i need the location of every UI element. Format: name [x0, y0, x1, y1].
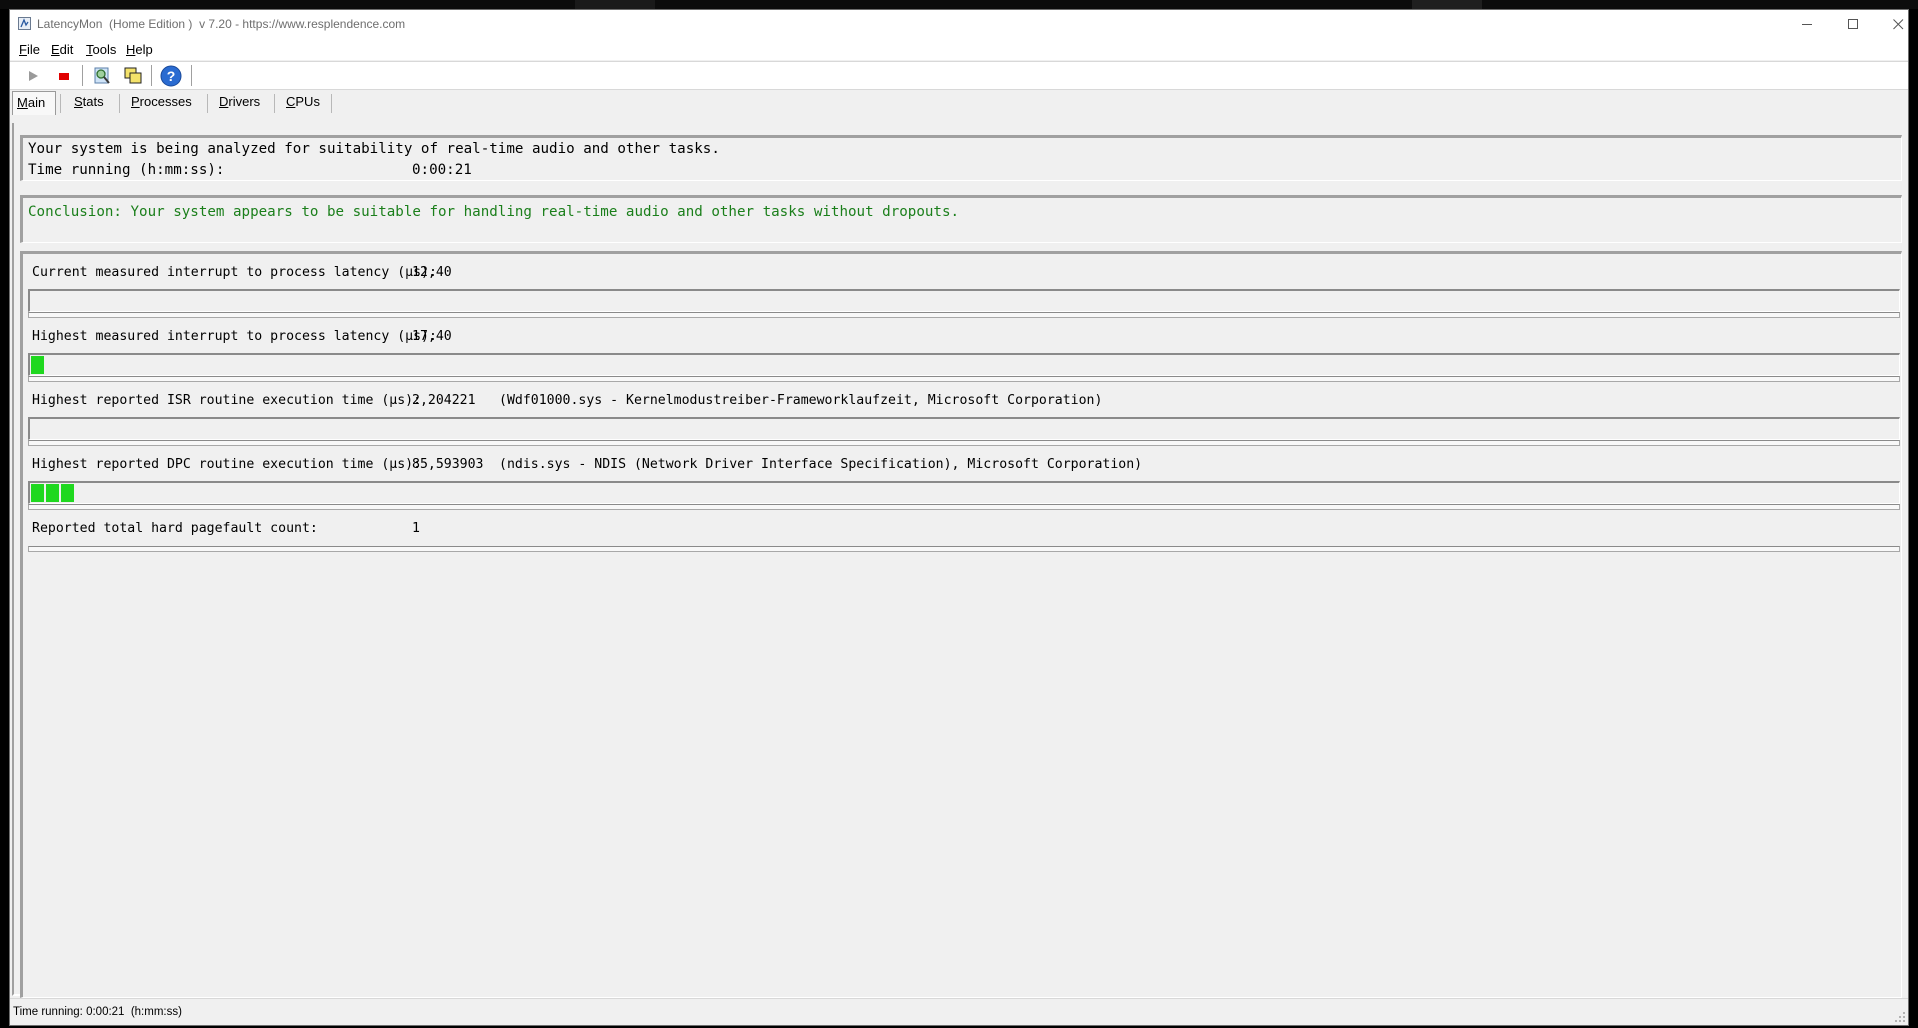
tab-separator	[331, 94, 332, 113]
tab-stats-label: tats	[82, 94, 104, 109]
conclusion-panel: Conclusion: Your system appears to be su…	[20, 195, 1902, 243]
row-separator	[28, 376, 1900, 382]
status-bar: Time running: 0:00:21 (h:mm:ss)	[10, 998, 1908, 1025]
windows-icon	[124, 67, 142, 84]
tab-main-accel: M	[17, 95, 28, 110]
row-separator	[28, 312, 1900, 318]
metric-bar	[28, 289, 1900, 312]
pagefault-label: Reported total hard pagefault count:	[32, 521, 318, 536]
metric-bar-fill	[31, 484, 74, 502]
tab-drivers-label: rivers	[228, 94, 261, 109]
tab-main[interactable]: Main	[12, 91, 56, 115]
start-monitor-button[interactable]	[22, 65, 44, 87]
stop-monitor-button[interactable]	[53, 65, 75, 87]
analysis-status-panel: Your system is being analyzed for suitab…	[20, 135, 1902, 181]
app-icon	[18, 17, 31, 30]
tab-strip: Main Stats Processes Drivers CPUs	[10, 91, 1908, 115]
main-tab-content: Your system is being analyzed for suitab…	[12, 123, 1902, 998]
tab-cpus-accel: C	[286, 94, 296, 109]
tab-stats-accel: S	[74, 94, 83, 109]
analysis-status-text: Your system is being analyzed for suitab…	[28, 141, 720, 157]
tab-cpus-label: PUs	[295, 94, 320, 109]
menu-tools[interactable]: Tools	[86, 42, 116, 57]
metric-label: Highest reported ISR routine execution t…	[32, 393, 422, 408]
metrics-panel: Current measured interrupt to process la…	[20, 251, 1902, 998]
metric-label: Current measured interrupt to process la…	[32, 265, 437, 280]
menu-help-label: elp	[135, 42, 153, 57]
search-drivers-button[interactable]	[91, 65, 113, 87]
resize-grip-icon[interactable]	[1894, 1011, 1906, 1023]
close-button[interactable]	[1875, 10, 1918, 38]
minimize-icon	[1801, 23, 1812, 25]
metric-detail: (ndis.sys - NDIS (Network Driver Interfa…	[499, 457, 1143, 472]
metric-detail: (Wdf01000.sys - Kernelmodustreiber-Frame…	[499, 393, 1103, 408]
desktop-window-fragment	[1412, 0, 1482, 9]
play-icon	[29, 71, 38, 81]
metric-value: 85,593903	[412, 457, 484, 472]
menu-file[interactable]: File	[19, 42, 40, 57]
toolbar-separator	[151, 65, 152, 86]
row-separator	[28, 504, 1900, 510]
menu-file-accel: F	[19, 42, 27, 57]
tab-processes-label: rocesses	[139, 94, 192, 109]
row-separator	[28, 440, 1900, 446]
metric-label: Highest measured interrupt to process la…	[32, 329, 437, 344]
tab-separator	[274, 94, 275, 113]
search-drivers-icon	[94, 67, 110, 84]
title-bar[interactable]: LatencyMon (Home Edition ) v 7.20 - http…	[10, 10, 1908, 38]
menu-help-accel: H	[126, 42, 136, 57]
metric-value: 2,204221	[412, 393, 476, 408]
window-title: LatencyMon (Home Edition ) v 7.20 - http…	[37, 17, 406, 31]
maximize-icon	[1847, 18, 1858, 29]
metric-bar	[28, 353, 1900, 376]
close-icon	[1892, 18, 1903, 29]
tab-separator	[119, 94, 120, 113]
desktop-background	[0, 0, 1918, 9]
toolbar-separator	[191, 65, 192, 86]
toolbar-separator	[82, 65, 83, 86]
tab-processes-accel: P	[131, 94, 140, 109]
conclusion-text: Conclusion: Your system appears to be su…	[28, 204, 960, 220]
metric-bar	[28, 481, 1900, 504]
tab-main-label: ain	[27, 95, 46, 110]
metric-value: 12,40	[412, 265, 452, 280]
help-icon: ?	[160, 65, 182, 87]
menu-tools-label: ools	[92, 42, 117, 57]
stop-icon	[59, 73, 69, 80]
menu-edit-accel: E	[51, 42, 60, 57]
menu-bar: File Edit Tools Help	[10, 38, 1908, 60]
tab-processes[interactable]: Processes	[127, 93, 196, 113]
metric-bar	[28, 417, 1900, 440]
tab-drivers-accel: D	[219, 94, 229, 109]
tab-stats[interactable]: Stats	[70, 93, 108, 113]
metric-label: Highest reported DPC routine execution t…	[32, 457, 422, 472]
latencymon-window: LatencyMon (Home Edition ) v 7.20 - http…	[9, 9, 1909, 1026]
tab-separator	[207, 94, 208, 113]
minimize-button[interactable]	[1784, 10, 1830, 38]
metric-value: 17,40	[412, 329, 452, 344]
menu-edit-label: dit	[59, 42, 74, 57]
time-running-value: 0:00:21	[412, 162, 472, 178]
svg-text:?: ?	[167, 68, 176, 84]
menu-file-label: ile	[26, 42, 40, 57]
toolbar: ?	[10, 61, 1908, 90]
tab-cpus[interactable]: CPUs	[282, 93, 324, 113]
row-separator	[28, 546, 1900, 552]
maximize-button[interactable]	[1830, 10, 1876, 38]
metric-bar-fill	[31, 356, 44, 374]
status-bar-text: Time running: 0:00:21 (h:mm:ss)	[13, 1006, 182, 1018]
help-button[interactable]: ?	[160, 65, 182, 87]
pagefault-value: 1	[412, 521, 420, 536]
time-running-label: Time running (h:mm:ss):	[28, 162, 225, 178]
tab-separator	[60, 94, 61, 113]
menu-help[interactable]: Help	[126, 42, 153, 57]
windows-button[interactable]	[122, 65, 144, 87]
menu-edit[interactable]: Edit	[51, 42, 73, 57]
desktop-window-fragment	[575, 0, 655, 9]
tab-drivers[interactable]: Drivers	[215, 93, 264, 113]
